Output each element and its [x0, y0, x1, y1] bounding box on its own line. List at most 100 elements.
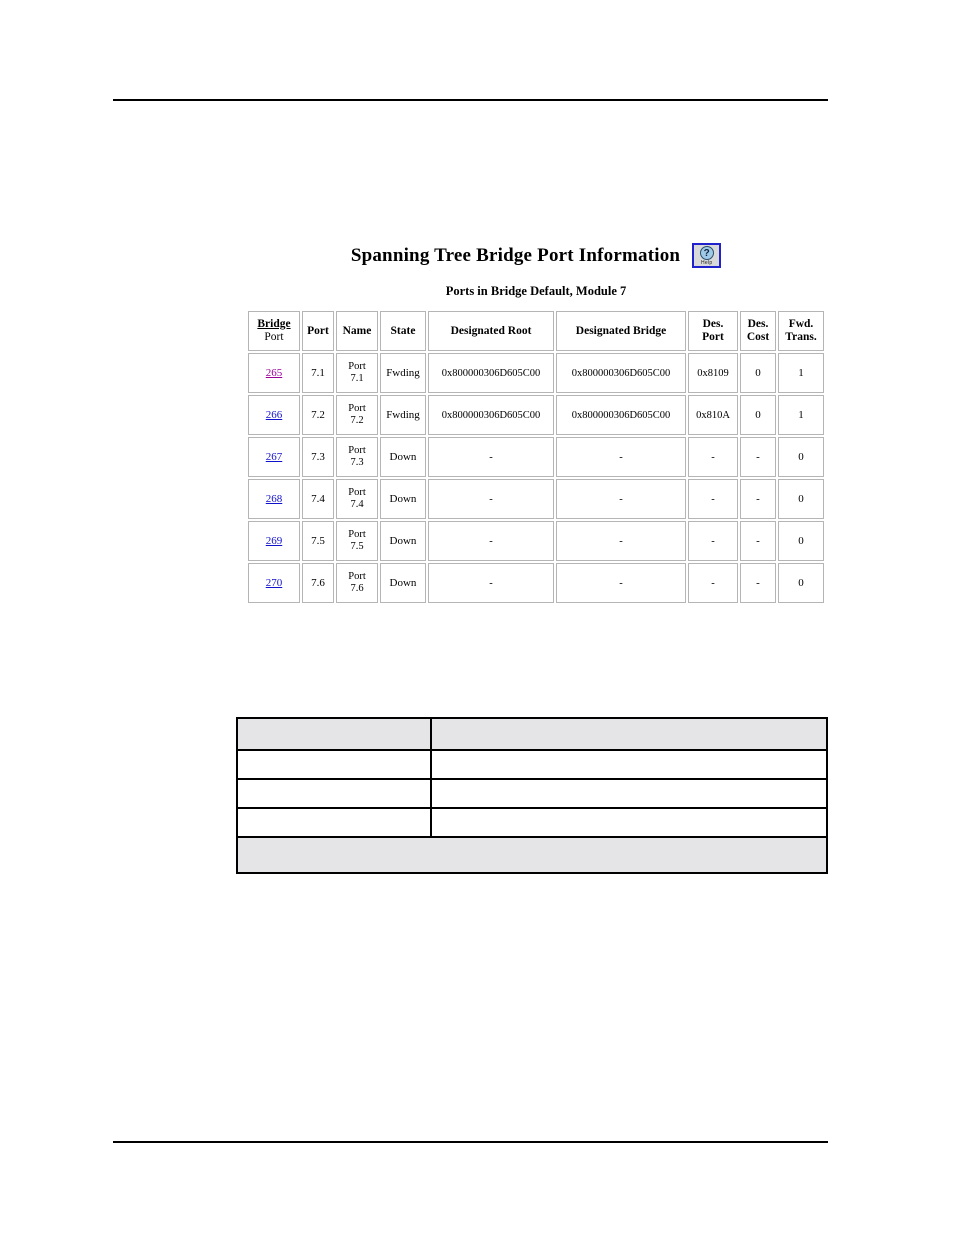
bridge-port-link[interactable]: 270	[266, 577, 283, 589]
column-header-fwd-trans: Fwd. Trans.	[778, 311, 824, 351]
cell-des-cost: -	[740, 437, 776, 477]
cell-state: Fwding	[380, 353, 426, 393]
cell-des-cost: -	[740, 521, 776, 561]
column-header-des-port: Des. Port	[688, 311, 738, 351]
cell-designated-root: 0x800000306D605C00	[428, 353, 554, 393]
cell-port: 7.4	[302, 479, 334, 519]
bridge-port-link[interactable]: 267	[266, 451, 283, 463]
bridge-port-link[interactable]: 269	[266, 535, 283, 547]
cell-name: Port 7.5	[336, 521, 378, 561]
help-button[interactable]: ? Help	[692, 243, 722, 268]
column-header-name-label: Name	[342, 324, 372, 337]
column-header-port: Port	[302, 311, 334, 351]
cell-bridge-port[interactable]: 265	[248, 353, 300, 393]
cell-designated-root: -	[428, 437, 554, 477]
cell-name-line2: 7.4	[350, 499, 364, 510]
cell-name-line1: Port	[348, 445, 366, 456]
cell-fwd-trans: 0	[778, 563, 824, 603]
cell-port: 7.6	[302, 563, 334, 603]
blank-cell-1	[236, 807, 432, 838]
column-header-des-cost-line2: Cost	[746, 331, 770, 343]
cell-designated-bridge: -	[556, 479, 686, 519]
column-header-designated-root: Designated Root	[428, 311, 554, 351]
cell-des-port: -	[688, 521, 738, 561]
column-header-designated-bridge: Designated Bridge	[556, 311, 686, 351]
cell-bridge-port[interactable]: 268	[248, 479, 300, 519]
blank-table-footer-row	[236, 836, 828, 874]
help-button-label: Help	[700, 260, 713, 266]
cell-bridge-port[interactable]: 267	[248, 437, 300, 477]
cell-name-line1: Port	[348, 487, 366, 498]
cell-port: 7.5	[302, 521, 334, 561]
column-header-des-port-line2: Port	[702, 331, 724, 343]
cell-port: 7.1	[302, 353, 334, 393]
column-header-des-cost-line1: Des.	[747, 318, 769, 330]
table-row: 269 7.5 Port 7.5 Down - - - - 0	[248, 521, 824, 561]
bridge-port-link[interactable]: 268	[266, 493, 283, 505]
page-footer-rule	[113, 1141, 828, 1143]
cell-state: Fwding	[380, 395, 426, 435]
bridge-port-link[interactable]: 265	[266, 367, 283, 379]
cell-fwd-trans: 0	[778, 521, 824, 561]
blank-table-row	[236, 749, 828, 780]
blank-cell-2	[430, 749, 828, 780]
column-sort-link-bridge[interactable]: Bridge	[252, 318, 296, 331]
cell-name: Port 7.2	[336, 395, 378, 435]
cell-name: Port 7.3	[336, 437, 378, 477]
column-header-port-label: Port	[307, 324, 329, 337]
cell-name: Port 7.4	[336, 479, 378, 519]
cell-bridge-port[interactable]: 270	[248, 563, 300, 603]
page-title: Spanning Tree Bridge Port Information	[350, 244, 681, 266]
blank-cell-1	[236, 778, 432, 809]
blank-reference-table	[236, 717, 828, 874]
cell-bridge-port[interactable]: 266	[248, 395, 300, 435]
bridge-port-link[interactable]: 266	[266, 409, 283, 421]
cell-name-line1: Port	[348, 529, 366, 540]
cell-des-cost: -	[740, 563, 776, 603]
blank-footer-cell	[236, 836, 828, 874]
cell-fwd-trans: 0	[778, 479, 824, 519]
table-row: 267 7.3 Port 7.3 Down - - - - 0	[248, 437, 824, 477]
cell-name-line2: 7.2	[350, 415, 364, 426]
cell-name-line2: 7.1	[350, 373, 364, 384]
column-header-des-port-line1: Des.	[702, 318, 724, 330]
panel-subtitle: Ports in Bridge Default, Module 7	[445, 284, 627, 298]
cell-designated-root: -	[428, 563, 554, 603]
cell-des-cost: 0	[740, 353, 776, 393]
cell-designated-root: -	[428, 521, 554, 561]
cell-des-cost: -	[740, 479, 776, 519]
blank-cell-2	[430, 807, 828, 838]
blank-header-cell-1	[236, 717, 432, 751]
cell-des-port: -	[688, 437, 738, 477]
table-row: 270 7.6 Port 7.6 Down - - - - 0	[248, 563, 824, 603]
blank-header-cell-2	[430, 717, 828, 751]
cell-designated-root: -	[428, 479, 554, 519]
cell-bridge-port[interactable]: 269	[248, 521, 300, 561]
column-header-name: Name	[336, 311, 378, 351]
cell-designated-root: 0x800000306D605C00	[428, 395, 554, 435]
column-header-bridge-port[interactable]: Bridge Port	[248, 311, 300, 351]
cell-des-port: -	[688, 563, 738, 603]
spanning-tree-panel: Spanning Tree Bridge Port Information ? …	[236, 243, 836, 605]
blank-table-header-row	[236, 717, 828, 751]
cell-state: Down	[380, 521, 426, 561]
cell-fwd-trans: 1	[778, 353, 824, 393]
column-header-designated-root-label: Designated Root	[450, 324, 532, 337]
blank-table-row	[236, 807, 828, 838]
blank-table-row	[236, 778, 828, 809]
table-row: 265 7.1 Port 7.1 Fwding 0x800000306D605C…	[248, 353, 824, 393]
cell-name-line1: Port	[348, 361, 366, 372]
cell-fwd-trans: 0	[778, 437, 824, 477]
column-header-designated-bridge-label: Designated Bridge	[575, 324, 667, 337]
table-header-row: Bridge Port Port Name State Designated R…	[248, 311, 824, 351]
cell-name-line1: Port	[348, 571, 366, 582]
page-header-rule	[113, 99, 828, 101]
column-header-fwd-trans-line2: Trans.	[785, 331, 817, 343]
bridge-port-table-body: 265 7.1 Port 7.1 Fwding 0x800000306D605C…	[248, 353, 824, 603]
cell-name: Port 7.1	[336, 353, 378, 393]
cell-designated-bridge: -	[556, 521, 686, 561]
column-header-fwd-trans-line1: Fwd.	[788, 318, 814, 330]
cell-state: Down	[380, 479, 426, 519]
cell-designated-bridge: -	[556, 563, 686, 603]
column-header-bridge-port-line2: Port	[264, 331, 284, 343]
